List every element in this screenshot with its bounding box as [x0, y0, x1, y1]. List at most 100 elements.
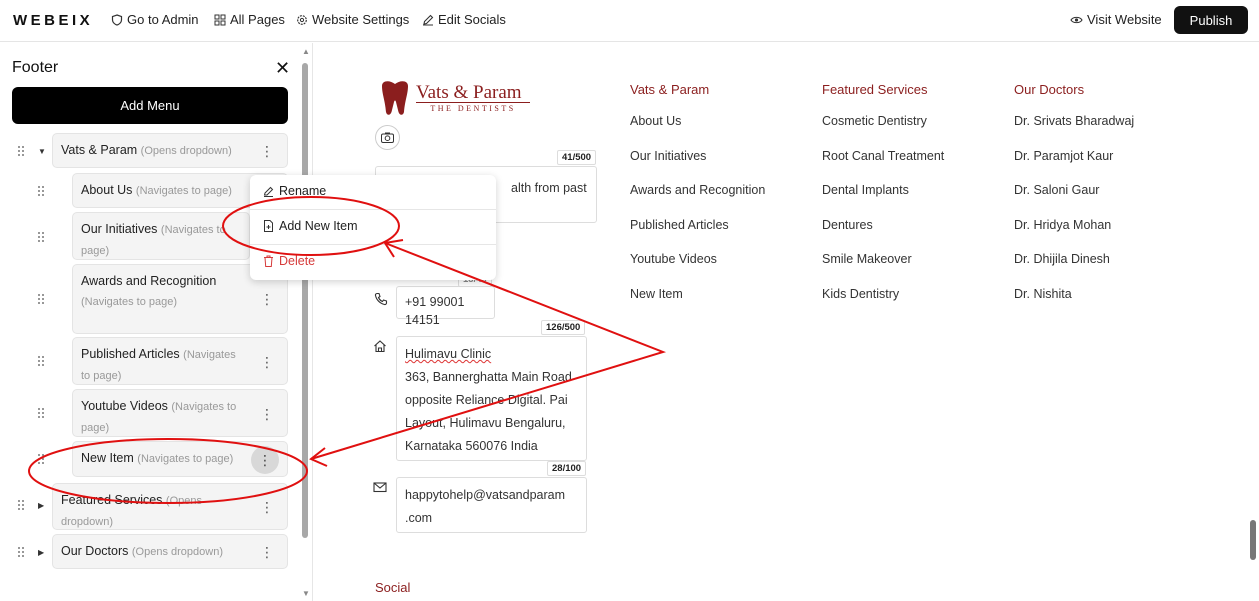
- menu-item-vats-param[interactable]: Vats & Param (Opens dropdown) ⋮: [52, 133, 288, 168]
- column-heading-vats-param: Vats & Param: [630, 82, 710, 97]
- menu-item-new-item[interactable]: New Item (Navigates to page) ⋮: [72, 441, 288, 477]
- menu-item-hint: (Navigates to page): [135, 185, 232, 197]
- add-menu-button[interactable]: Add Menu: [12, 87, 288, 124]
- footer-link[interactable]: Dental Implants: [822, 183, 909, 197]
- more-options-icon[interactable]: ⋮: [260, 289, 274, 309]
- more-options-icon[interactable]: ⋮: [260, 404, 274, 424]
- drag-handle-icon[interactable]: [38, 186, 46, 196]
- sidebar-title: Footer: [12, 59, 59, 76]
- pencil-icon: [423, 14, 434, 25]
- menu-divider: [250, 209, 496, 210]
- footer-link[interactable]: Cosmetic Dentistry: [822, 114, 927, 128]
- add-new-item-menu-item[interactable]: Add New Item: [263, 219, 358, 233]
- more-options-icon[interactable]: ⋮: [260, 141, 274, 161]
- delete-label: Delete: [279, 254, 316, 268]
- menu-item-featured-services[interactable]: Featured Services (Opens dropdown) ⋮: [52, 483, 288, 530]
- trash-icon: [264, 255, 273, 267]
- address-counter: 126/500: [541, 320, 586, 335]
- footer-link[interactable]: About Us: [630, 114, 681, 128]
- email-line: .com: [405, 511, 433, 525]
- menu-item-label: Our Doctors: [61, 544, 129, 558]
- rename-label: Rename: [279, 184, 327, 198]
- footer-link[interactable]: Root Canal Treatment: [822, 149, 944, 163]
- pencil-icon: [263, 186, 274, 197]
- visit-website-label: Visit Website: [1087, 12, 1162, 27]
- menu-item-youtube-videos[interactable]: Youtube Videos (Navigates to page) ⋮: [72, 389, 288, 437]
- scroll-up-icon[interactable]: ▲: [302, 47, 310, 56]
- address-line: 363, Bannerghatta Main Road: [405, 370, 572, 384]
- column-heading-our-doctors: Our Doctors: [1014, 82, 1085, 97]
- menu-item-our-initiatives[interactable]: Our Initiatives (Navigates to page): [72, 212, 250, 260]
- drag-handle-icon[interactable]: [38, 232, 46, 242]
- address-line: Hulimavu Clinic: [405, 347, 492, 361]
- brand-logo[interactable]: Vats & Param THE DENTISTS: [378, 80, 530, 121]
- visit-website-link[interactable]: Visit Website: [1070, 12, 1162, 27]
- shield-icon: [111, 13, 123, 26]
- webeix-logo[interactable]: WEBEIX: [13, 12, 93, 29]
- menu-item-published-articles[interactable]: Published Articles (Navigates to page) ⋮: [72, 337, 288, 385]
- more-options-icon[interactable]: ⋮: [260, 542, 274, 562]
- menu-item-label: Our Initiatives: [81, 222, 158, 236]
- more-options-icon[interactable]: ⋮: [251, 446, 279, 474]
- tooth-icon: [382, 81, 408, 115]
- column-heading-featured-services: Featured Services: [822, 82, 928, 97]
- drag-handle-icon[interactable]: [18, 547, 26, 557]
- all-pages-link[interactable]: All Pages: [214, 12, 285, 27]
- menu-item-label: Vats & Param: [61, 143, 138, 157]
- menu-item-hint: (Opens dropdown): [140, 145, 232, 157]
- footer-link[interactable]: Published Articles: [630, 218, 729, 232]
- rename-menu-item[interactable]: Rename: [263, 184, 326, 198]
- caret-right-icon[interactable]: ▶: [38, 501, 44, 510]
- menu-divider: [250, 244, 496, 245]
- footer-link[interactable]: Awards and Recognition: [630, 183, 765, 197]
- drag-handle-icon[interactable]: [18, 146, 26, 156]
- address-field[interactable]: Hulimavu Clinic 363, Bannerghatta Main R…: [396, 336, 587, 461]
- more-options-icon[interactable]: ⋮: [260, 352, 274, 372]
- footer-link[interactable]: Youtube Videos: [630, 252, 717, 266]
- footer-link[interactable]: Dr. Paramjot Kaur: [1014, 149, 1113, 163]
- website-settings-link[interactable]: Website Settings: [296, 12, 409, 27]
- footer-link[interactable]: Kids Dentistry: [822, 287, 899, 301]
- drag-handle-icon[interactable]: [38, 356, 46, 366]
- publish-button[interactable]: Publish: [1174, 6, 1248, 34]
- footer-link[interactable]: Dr. Dhijila Dinesh: [1014, 252, 1110, 266]
- edit-socials-label: Edit Socials: [438, 12, 506, 27]
- more-options-icon[interactable]: ⋮: [260, 497, 274, 517]
- menu-item-label: Awards and Recognition: [81, 274, 217, 288]
- footer-link[interactable]: Dr. Srivats Bharadwaj: [1014, 114, 1134, 128]
- footer-link[interactable]: Dentures: [822, 218, 873, 232]
- file-plus-icon: [264, 220, 273, 232]
- drag-handle-icon[interactable]: [38, 294, 46, 304]
- edit-socials-link[interactable]: Edit Socials: [422, 12, 506, 27]
- close-icon[interactable]: ✕: [275, 58, 290, 79]
- drag-handle-icon[interactable]: [38, 408, 46, 418]
- caret-right-icon[interactable]: ▶: [38, 548, 44, 557]
- preview-scrollbar[interactable]: [1250, 520, 1256, 560]
- all-pages-label: All Pages: [230, 12, 285, 27]
- menu-item-label: Featured Services: [61, 493, 163, 507]
- arrowhead-icon: [309, 447, 328, 467]
- add-new-item-label: Add New Item: [279, 219, 358, 233]
- footer-link[interactable]: Our Initiatives: [630, 149, 706, 163]
- sidebar-scrollbar[interactable]: [302, 63, 308, 538]
- footer-link[interactable]: New Item: [630, 287, 683, 301]
- address-line: Karnataka 560076 India: [405, 439, 538, 453]
- drag-handle-icon[interactable]: [18, 500, 26, 510]
- footer-link[interactable]: Dr. Saloni Gaur: [1014, 183, 1099, 197]
- address-line: Layout, Hulimavu Bengaluru,: [405, 416, 566, 430]
- delete-menu-item[interactable]: Delete: [263, 254, 315, 268]
- caret-down-icon[interactable]: ▼: [38, 147, 46, 156]
- scroll-down-icon[interactable]: ▼: [302, 589, 310, 598]
- email-field[interactable]: happytohelp@vatsandparam .com: [396, 477, 587, 533]
- email-line: happytohelp@vatsandparam: [405, 488, 566, 502]
- menu-item-our-doctors[interactable]: Our Doctors (Opens dropdown) ⋮: [52, 534, 288, 569]
- go-to-admin-link[interactable]: Go to Admin: [111, 12, 199, 27]
- footer-link[interactable]: Smile Makeover: [822, 252, 912, 266]
- camera-icon[interactable]: [375, 125, 400, 150]
- drag-handle-icon[interactable]: [38, 454, 46, 464]
- footer-link[interactable]: Dr. Nishita: [1014, 287, 1072, 301]
- tagline-text: alth from past: [511, 181, 587, 195]
- phone-field[interactable]: +91 99001 14151: [396, 286, 495, 327]
- menu-item-label: About Us: [81, 183, 133, 197]
- footer-link[interactable]: Dr. Hridya Mohan: [1014, 218, 1111, 232]
